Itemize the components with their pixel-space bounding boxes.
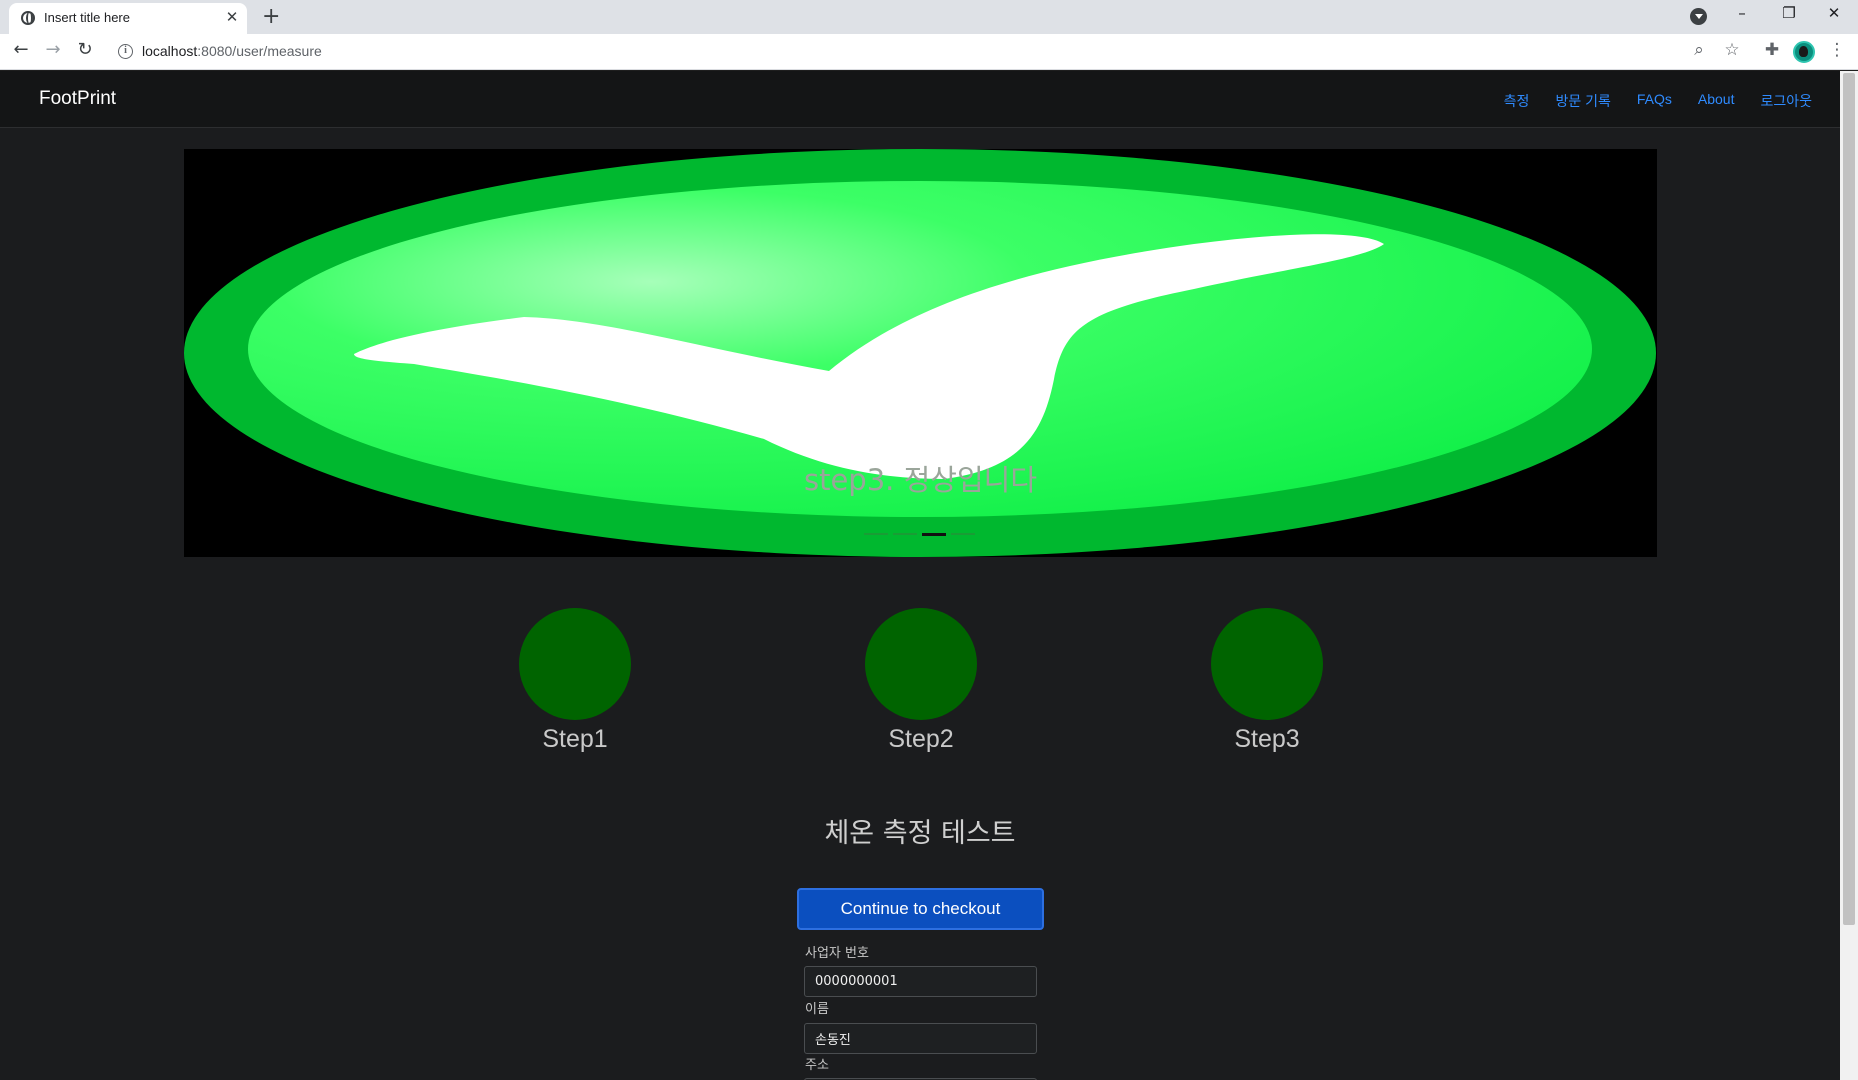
step-circle bbox=[519, 608, 631, 720]
address-label: 주소 bbox=[805, 1058, 829, 1073]
forward-icon[interactable]: → bbox=[41, 39, 65, 60]
step-label: Step3 bbox=[1234, 725, 1300, 753]
step-label: Step1 bbox=[542, 725, 608, 753]
continue-to-checkout-button[interactable]: Continue to checkout bbox=[797, 888, 1044, 930]
step-3: Step3 bbox=[1197, 608, 1337, 754]
avatar[interactable] bbox=[1793, 41, 1815, 63]
nav-link-about[interactable]: About bbox=[1698, 91, 1735, 111]
business-number-label: 사업자 번호 bbox=[805, 946, 869, 961]
carousel-caption: step3. 정상입니다 bbox=[803, 463, 1038, 497]
url-path: :8080/user/measure bbox=[197, 43, 322, 59]
tab-close-icon[interactable]: ✕ bbox=[223, 8, 241, 26]
step-1: Step1 bbox=[505, 608, 645, 754]
nav-link-visit-history[interactable]: 방문 기록 bbox=[1555, 91, 1610, 111]
zoom-icon[interactable]: ⌕ bbox=[1687, 40, 1711, 60]
tab-title: Insert title here bbox=[44, 10, 130, 25]
extensions-icon[interactable]: ✚ bbox=[1760, 40, 1784, 60]
scrollbar-thumb[interactable] bbox=[1843, 73, 1855, 925]
page-content: FootPrint 측정 방문 기록 FAQs About 로그아웃 step3… bbox=[0, 71, 1840, 1080]
nav-links: 측정 방문 기록 FAQs About 로그아웃 bbox=[1504, 91, 1812, 111]
step-2: Step2 bbox=[851, 608, 991, 754]
test-title: 체온 측정 테스트 bbox=[824, 818, 1016, 849]
nav-link-logout[interactable]: 로그아웃 bbox=[1760, 91, 1812, 111]
step-circle bbox=[1211, 608, 1323, 720]
reload-icon[interactable]: ↻ bbox=[73, 39, 97, 60]
browser-tab-strip: Insert title here ✕ + – ❐ ✕ bbox=[0, 0, 1858, 34]
back-icon[interactable]: ← bbox=[9, 39, 33, 60]
info-icon[interactable]: i bbox=[118, 44, 133, 59]
new-tab-button[interactable]: + bbox=[262, 4, 280, 29]
name-field[interactable] bbox=[804, 1023, 1037, 1054]
name-label: 이름 bbox=[805, 1002, 829, 1017]
address-bar[interactable]: localhost:8080/user/measure bbox=[142, 43, 322, 59]
browser-tab[interactable]: Insert title here ✕ bbox=[9, 3, 247, 34]
star-icon[interactable]: ☆ bbox=[1720, 40, 1744, 60]
business-number-field[interactable] bbox=[804, 966, 1037, 997]
minimize-button[interactable]: – bbox=[1730, 4, 1754, 22]
menu-icon[interactable]: ⋮ bbox=[1825, 40, 1849, 60]
page-scrollbar[interactable] bbox=[1840, 71, 1858, 1080]
step-circle bbox=[865, 608, 977, 720]
nav-link-faqs[interactable]: FAQs bbox=[1637, 91, 1672, 111]
carousel-indicators bbox=[864, 533, 975, 536]
carousel-indicator[interactable] bbox=[893, 533, 917, 535]
browser-toolbar: ← → ↻ i localhost:8080/user/measure ⌕ ☆ … bbox=[0, 34, 1858, 70]
carousel[interactable]: step3. 정상입니다 bbox=[184, 149, 1657, 557]
carousel-indicator[interactable] bbox=[864, 533, 888, 535]
tab-search-icon[interactable] bbox=[1690, 8, 1707, 25]
carousel-indicator-active[interactable] bbox=[922, 533, 946, 536]
nav-link-measure[interactable]: 측정 bbox=[1504, 91, 1530, 111]
restore-button[interactable]: ❐ bbox=[1777, 4, 1801, 22]
close-window-button[interactable]: ✕ bbox=[1822, 4, 1846, 22]
site-navbar: FootPrint 측정 방문 기록 FAQs About 로그아웃 bbox=[0, 71, 1840, 128]
step-label: Step2 bbox=[888, 725, 954, 753]
carousel-indicator[interactable] bbox=[951, 533, 975, 535]
globe-icon bbox=[21, 11, 35, 25]
brand-logo[interactable]: FootPrint bbox=[39, 88, 116, 110]
url-host: localhost bbox=[142, 43, 198, 59]
